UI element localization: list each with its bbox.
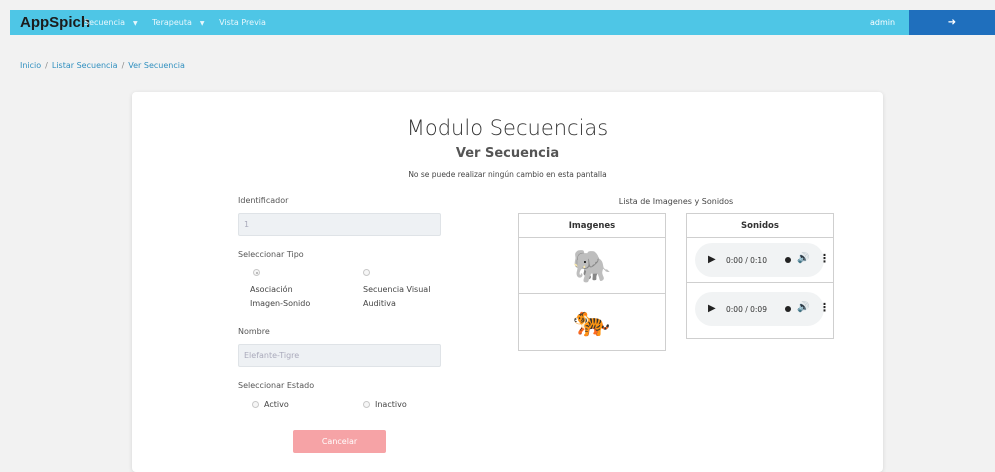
type-option-secuencia-visual-label: Secuencia Visual Auditiva [363,285,431,308]
breadcrumb-item-ver: Ver Secuencia [128,61,185,70]
nav-menu: Secuencia ▼ Terapeuta ▼ Vista Previa [84,18,278,27]
nav-item-vista-previa[interactable]: Vista Previa [219,18,272,27]
page-title: Modulo Secuencias [406,116,609,140]
sound-row: ▶ 0:00 / 0:09 🔊 ⋮ [687,283,833,337]
audio-player[interactable]: ▶ 0:00 / 0:10 🔊 ⋮ [695,243,830,277]
progress-thumb[interactable] [785,257,791,263]
sound-row: ▶ 0:00 / 0:10 🔊 ⋮ [687,238,833,283]
brand-logo[interactable]: AppSpich [20,14,90,31]
images-column-header: Imagenes [519,214,665,238]
breadcrumb: Inicio / Listar Secuencia / Ver Secuencia [20,61,185,70]
volume-icon[interactable]: 🔊 [797,253,809,264]
state-label: Seleccionar Estado [238,381,315,390]
volume-icon[interactable]: 🔊 [797,302,809,313]
progress-thumb[interactable] [785,306,791,312]
top-navbar: AppSpich Secuencia ▼ Terapeuta ▼ Vista Pre… [10,10,995,35]
images-table: Imagenes 🐘 🐅 [518,213,666,351]
image-row: 🐘 [519,238,665,294]
audio-player[interactable]: ▶ 0:00 / 0:09 🔊 ⋮ [695,292,830,326]
state-radio-activo[interactable] [252,401,259,408]
breadcrumb-separator: / [45,61,48,70]
identifier-label: Identificador [238,196,289,205]
caret-down-icon: ▼ [132,20,138,27]
breadcrumb-separator: / [121,61,125,70]
type-option-asociacion-label: Asociación Imagen-Sonido [250,285,311,308]
state-option-activo-label: Activo [264,400,289,409]
type-radio-secuencia-visual[interactable] [363,269,370,276]
nav-item-secuencia[interactable]: Secuencia ▼ [84,18,144,27]
media-list-caption: Lista de Imagenes y Sonidos [618,197,734,206]
name-field[interactable]: Elefante-Tigre [238,344,441,367]
state-option-inactivo-label: Inactivo [375,400,407,409]
sign-out-icon: ➜ [947,17,957,28]
cancel-button[interactable]: Cancelar [293,430,386,453]
audio-time: 0:00 / 0:09 [726,305,767,314]
sounds-column-header: Sonidos [687,214,833,238]
name-label: Nombre [238,327,270,336]
play-icon[interactable]: ▶ [708,254,716,265]
elephant-icon: 🐘 [572,247,612,285]
breadcrumb-item-listar[interactable]: Listar Secuencia [52,61,118,70]
user-name[interactable]: admin [870,18,895,27]
readonly-notice: No se puede realizar ningún cambio en es… [408,170,607,179]
state-radio-inactivo[interactable] [363,401,370,408]
caret-down-icon: ▼ [199,20,205,27]
type-radio-asociacion[interactable] [253,269,260,276]
play-icon[interactable]: ▶ [708,303,716,314]
page-subtitle: Ver Secuencia [455,146,560,161]
sequence-card: Modulo Secuencias Ver Secuencia No se pu… [132,92,883,472]
logout-button[interactable]: ➜ [909,10,995,35]
type-label: Seleccionar Tipo [238,250,304,259]
tiger-icon: 🐅 [573,304,611,339]
sounds-table: Sonidos ▶ 0:00 / 0:10 🔊 ⋮ ▶ 0:00 / 0:09 … [686,213,834,339]
nav-item-terapeuta[interactable]: Terapeuta ▼ [152,18,210,27]
more-options-icon[interactable]: ⋮ [819,301,830,314]
more-options-icon[interactable]: ⋮ [819,252,830,265]
image-row: 🐅 [519,294,665,350]
identifier-field[interactable]: 1 [238,213,441,236]
breadcrumb-item-inicio[interactable]: Inicio [20,61,41,70]
audio-time: 0:00 / 0:10 [726,256,767,265]
